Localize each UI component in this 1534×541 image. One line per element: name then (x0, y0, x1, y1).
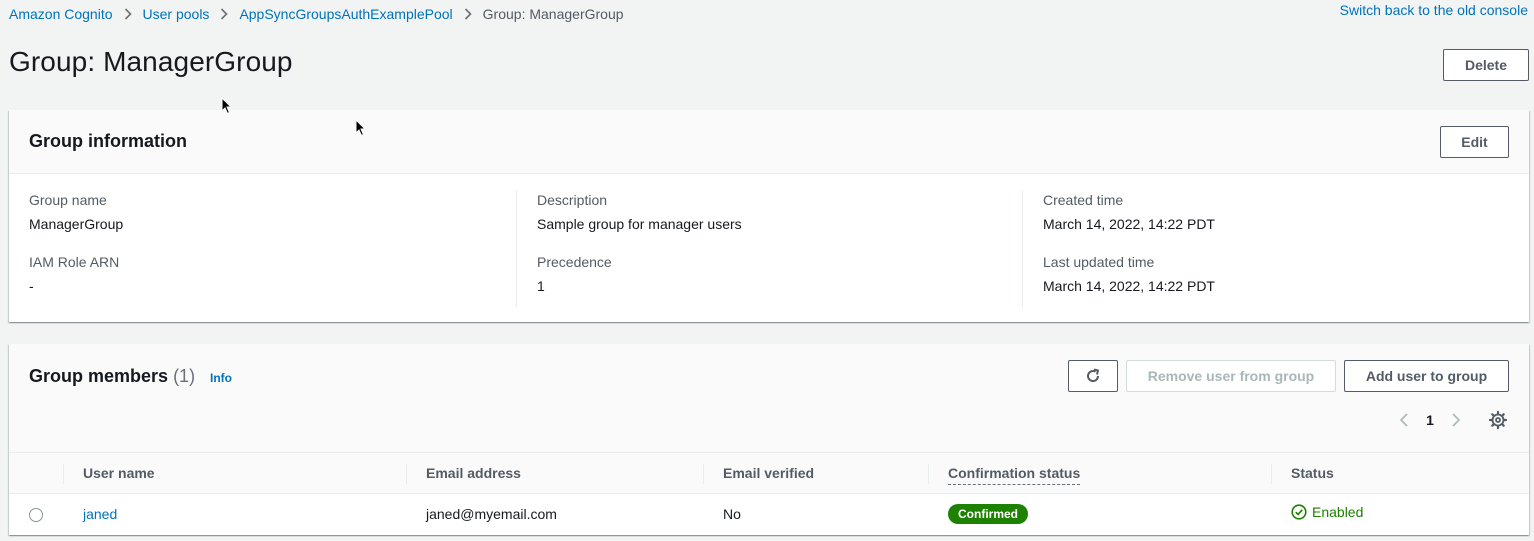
group-members-title: Group members (1) (29, 366, 195, 387)
column-header-user-name[interactable]: User name (63, 453, 406, 494)
group-members-header: Group members (1) Info Remove user from … (9, 344, 1529, 452)
gear-icon[interactable] (1486, 408, 1510, 432)
group-information-title: Group information (29, 131, 187, 151)
chevron-right-icon (124, 8, 132, 20)
row-select-cell (9, 494, 63, 534)
group-information-panel: Group information Edit Group name Manage… (9, 110, 1529, 322)
group-members-title-text: Group members (29, 366, 169, 386)
edit-button[interactable]: Edit (1440, 126, 1509, 158)
precedence-field: Precedence 1 (537, 252, 742, 296)
user-name-cell: janed (63, 494, 406, 534)
chevron-right-icon (464, 8, 472, 20)
info-link[interactable]: Info (210, 371, 232, 385)
precedence-label: Precedence (537, 254, 612, 270)
group-members-table: User name Email address Email verified C… (9, 452, 1529, 534)
status-cell: Enabled (1271, 494, 1529, 534)
chevron-left-icon[interactable] (1392, 413, 1416, 427)
iam-role-arn-value: - (29, 278, 34, 294)
table-header-row: User name Email address Email verified C… (9, 452, 1529, 494)
created-time-field: Created time March 14, 2022, 14:22 PDT (1043, 190, 1215, 234)
confirmation-status-cell: Confirmed (928, 494, 1271, 534)
remove-user-from-group-button[interactable]: Remove user from group (1126, 360, 1336, 392)
mouse-cursor-icon (355, 119, 367, 137)
refresh-icon (1085, 368, 1101, 384)
description-field: Description Sample group for manager use… (537, 190, 742, 234)
column-header-email-address[interactable]: Email address (406, 453, 703, 494)
last-updated-time-label: Last updated time (1043, 254, 1155, 270)
created-time-label: Created time (1043, 192, 1124, 208)
group-information-header: Group information Edit (9, 110, 1529, 174)
chevron-right-icon (220, 8, 229, 20)
switch-old-console-link[interactable]: Switch back to the old console (1340, 2, 1528, 18)
iam-role-arn-label: IAM Role ARN (29, 254, 120, 270)
page-title: Group: ManagerGroup (9, 46, 293, 77)
email-cell: janed@myemail.com (426, 505, 557, 522)
column-header-status[interactable]: Status (1271, 453, 1529, 494)
details-column-3: Created time March 14, 2022, 14:22 PDT L… (1022, 190, 1215, 307)
group-members-panel: Group members (1) Info Remove user from … (9, 344, 1529, 535)
status-indicator: Enabled (1291, 504, 1363, 520)
last-updated-time-field: Last updated time March 14, 2022, 14:22 … (1043, 252, 1215, 296)
group-name-field: Group name ManagerGroup (29, 190, 123, 234)
details-column-1: Group name ManagerGroup IAM Role ARN - (29, 190, 123, 307)
add-user-to-group-button[interactable]: Add user to group (1344, 360, 1509, 392)
breadcrumb: Amazon Cognito User pools AppSyncGroupsA… (9, 5, 624, 23)
email-verified-cell: No (723, 505, 741, 522)
refresh-button[interactable] (1068, 360, 1118, 392)
group-members-count: (1) (173, 366, 196, 386)
precedence-value: 1 (537, 278, 545, 294)
table-row[interactable]: janed janed@myemail.com No Confirmed Ena… (9, 494, 1529, 534)
select-column-header (9, 453, 63, 494)
breadcrumb-amazon-cognito[interactable]: Amazon Cognito (9, 6, 113, 22)
group-information-details: Group name ManagerGroup IAM Role ARN - D… (9, 175, 1529, 322)
column-header-confirmation-status[interactable]: Confirmation status (928, 453, 1271, 494)
group-name-label: Group name (29, 192, 107, 208)
user-name-link[interactable]: janed (83, 506, 117, 522)
confirmation-status-badge: Confirmed (948, 503, 1028, 524)
delete-button[interactable]: Delete (1443, 49, 1529, 81)
pagination: 1 (1392, 408, 1468, 432)
page-number[interactable]: 1 (1418, 412, 1442, 428)
status-text: Enabled (1312, 504, 1364, 521)
iam-role-arn-field: IAM Role ARN - (29, 252, 123, 296)
created-time-value: March 14, 2022, 14:22 PDT (1043, 216, 1215, 232)
group-name-value: ManagerGroup (29, 216, 124, 232)
last-updated-time-value: March 14, 2022, 14:22 PDT (1043, 278, 1215, 294)
details-column-2: Description Sample group for manager use… (516, 190, 742, 307)
column-header-email-verified[interactable]: Email verified (703, 453, 928, 494)
chevron-right-icon[interactable] (1444, 413, 1468, 427)
breadcrumb-user-pools[interactable]: User pools (143, 6, 210, 22)
check-circle-icon (1291, 504, 1307, 520)
description-value: Sample group for manager users (537, 216, 742, 232)
row-select-radio[interactable] (29, 507, 43, 522)
breadcrumb-current: Group: ManagerGroup (482, 6, 624, 22)
breadcrumb-user-pool[interactable]: AppSyncGroupsAuthExamplePool (239, 6, 452, 22)
description-label: Description (537, 192, 608, 208)
mouse-cursor-icon (221, 97, 233, 115)
